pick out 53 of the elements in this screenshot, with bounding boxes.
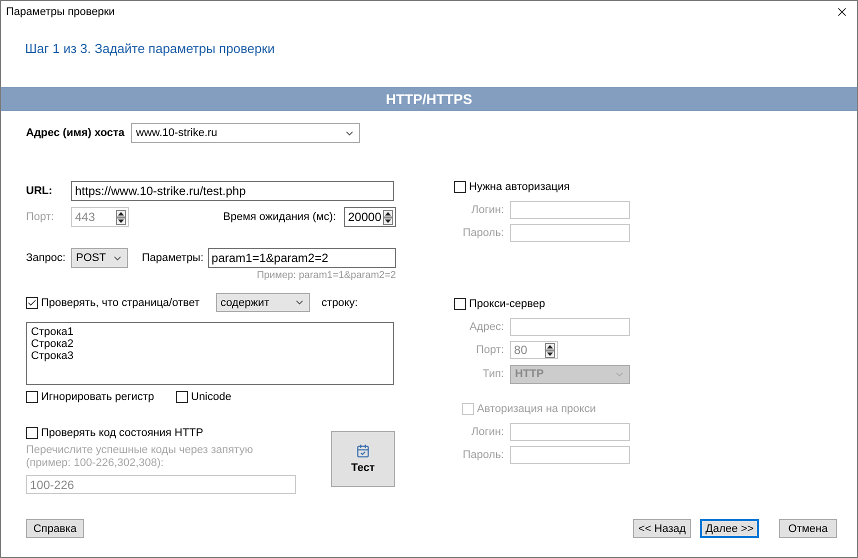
- field-label: Порт:: [475, 344, 504, 356]
- checkbox[interactable]: [26, 427, 38, 439]
- field-label: Адрес:: [468, 321, 504, 333]
- input-field[interactable]: [510, 423, 630, 441]
- field-label: Пароль:: [462, 449, 504, 461]
- input-field[interactable]: [510, 201, 630, 219]
- params-field[interactable]: param1=1&param2=2: [208, 248, 396, 268]
- field-label: Логин:: [470, 204, 504, 216]
- field-label: Пароль:: [462, 227, 504, 239]
- option-label: Игнорировать регистр: [41, 390, 154, 402]
- input-field[interactable]: [510, 224, 630, 242]
- params-hint: Пример: param1=1&param2=2: [256, 270, 396, 281]
- host-label: Адрес (имя) хоста: [26, 127, 126, 139]
- dialog-button[interactable]: << Назад: [633, 519, 692, 538]
- auth-label: Нужна авторизация: [469, 181, 570, 193]
- dialog-button[interactable]: Справка: [26, 519, 84, 538]
- input-field[interactable]: [510, 446, 630, 464]
- checkbox[interactable]: [176, 390, 188, 402]
- proxy-address-field[interactable]: [510, 318, 630, 336]
- host-dropdown[interactable]: www.10-strike.ru: [131, 123, 360, 143]
- section-banner: HTTP/HTTPS: [1, 87, 857, 111]
- timeout-label: Время ожидания (мс):: [223, 211, 336, 223]
- params-label: Параметры:: [142, 252, 204, 264]
- field-label: Логин:: [470, 426, 504, 438]
- step-title: Шаг 1 из 3. Задайте параметры проверки: [25, 40, 275, 56]
- spin-buttons[interactable]: [545, 342, 555, 358]
- checkbox[interactable]: [26, 390, 38, 402]
- dialog-button[interactable]: Отмена: [779, 519, 837, 538]
- dialog-button[interactable]: Далее >>: [700, 519, 759, 538]
- timeout-spinner[interactable]: 20000: [344, 207, 396, 227]
- close-icon: [835, 5, 849, 19]
- option-label: Unicode: [191, 390, 232, 402]
- checkbox[interactable]: [26, 296, 38, 308]
- proxy-label: Прокси-сервер: [469, 298, 546, 310]
- proxy-auth-label: Авторизация на прокси: [477, 403, 596, 415]
- request-label: Запрос:: [26, 252, 67, 264]
- strings-text-area[interactable]: Строка1 Строка2 Строка3: [26, 322, 394, 385]
- spin-buttons[interactable]: [383, 210, 393, 224]
- string-label: строку:: [322, 296, 358, 308]
- url-label: URL:: [26, 185, 54, 197]
- checkbox[interactable]: [454, 181, 466, 193]
- checkbox[interactable]: [454, 298, 466, 310]
- calendar-check-icon: [356, 444, 370, 458]
- status-codes-hint: Перечислите успешные коды через запятую (пример: 100-226,302,308):: [26, 444, 254, 470]
- url-field[interactable]: https://www.10-strike.ru/test.php: [71, 181, 394, 201]
- request-dropdown[interactable]: POST: [71, 248, 128, 268]
- content-check-label: Проверять, что страница/ответ: [41, 296, 200, 308]
- test-button[interactable]: Тест: [331, 431, 395, 487]
- port-label: Порт:: [26, 211, 55, 223]
- status-check-label: Проверять код состояния HTTP: [41, 427, 204, 439]
- match-mode-dropdown[interactable]: содержит: [216, 293, 310, 312]
- window-title: Параметры проверки: [6, 6, 115, 18]
- field-label: Тип:: [482, 368, 504, 380]
